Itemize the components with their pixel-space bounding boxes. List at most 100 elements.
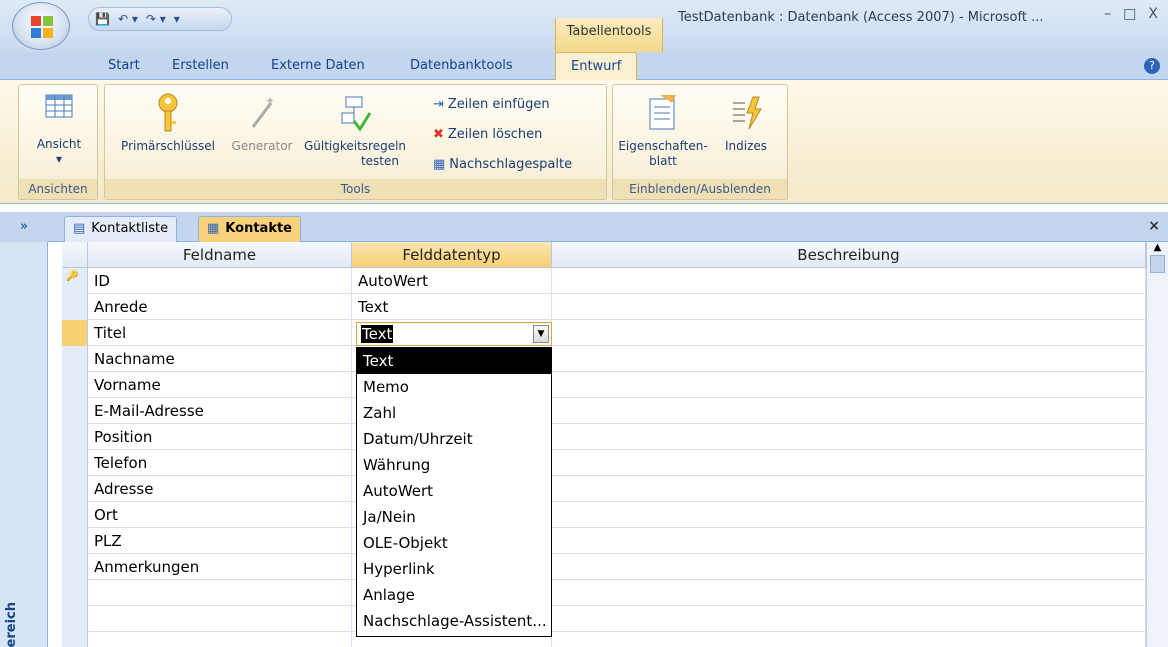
dropdown-option[interactable]: Hyperlink	[357, 556, 551, 582]
row-selector[interactable]	[62, 606, 88, 632]
close-button[interactable]: X	[1148, 6, 1158, 22]
nav-pane-toggle[interactable]: »	[0, 212, 48, 242]
dropdown-option[interactable]: Zahl	[357, 400, 551, 426]
indizes-button[interactable]: Indizes	[713, 91, 779, 154]
table-row[interactable]: E-Mail-Adresse	[62, 398, 1146, 424]
cell-felddatentyp[interactable]: AutoWert	[352, 268, 552, 294]
cell-beschreibung[interactable]	[552, 502, 1146, 528]
dropdown-option[interactable]: Memo	[357, 374, 551, 400]
row-selector[interactable]	[62, 476, 88, 502]
office-button[interactable]	[12, 2, 70, 50]
table-row[interactable]: Position	[62, 424, 1146, 450]
row-selector[interactable]: 🔑	[62, 268, 88, 294]
dropdown-option[interactable]: Währung	[357, 452, 551, 478]
table-row[interactable]: Nachname	[62, 346, 1146, 372]
table-row[interactable]: 🔑 ID AutoWert	[62, 268, 1146, 294]
tab-start[interactable]: Start	[108, 58, 140, 73]
nav-pane-label[interactable]: ereich	[4, 602, 19, 647]
doctab-kontaktliste[interactable]: ▤ Kontaktliste	[64, 216, 178, 242]
scroll-thumb[interactable]	[1150, 255, 1165, 273]
row-selector[interactable]	[62, 528, 88, 554]
cell-beschreibung[interactable]	[552, 606, 1146, 632]
table-row[interactable]: Anrede Text	[62, 294, 1146, 320]
cell-beschreibung[interactable]	[552, 450, 1146, 476]
tab-erstellen[interactable]: Erstellen	[172, 58, 229, 73]
eigenschaftenblatt-button[interactable]: Eigenschaften- blatt	[617, 91, 709, 169]
nachschlagespalte-button[interactable]: ▦ Nachschlagespalte	[433, 157, 572, 172]
table-row[interactable]: Vorname	[62, 372, 1146, 398]
header-feldname[interactable]: Feldname	[88, 242, 352, 268]
datatype-combobox-value[interactable]: Text	[361, 325, 394, 343]
cell-beschreibung[interactable]	[552, 294, 1146, 320]
cell-beschreibung[interactable]	[552, 346, 1146, 372]
dropdown-option[interactable]: Anlage	[357, 582, 551, 608]
row-selector[interactable]	[62, 320, 88, 346]
dropdown-option[interactable]: Text	[357, 348, 551, 374]
cell-feldname[interactable]	[88, 580, 352, 606]
dropdown-option[interactable]: Datum/Uhrzeit	[357, 426, 551, 452]
primaerschluessel-button[interactable]: Primärschlüssel	[109, 91, 227, 154]
table-row[interactable]: Adresse	[62, 476, 1146, 502]
gueltigkeitsregeln-button[interactable]: Gültigkeitsregeln testen	[297, 91, 413, 169]
save-icon[interactable]: 💾	[95, 12, 110, 26]
cell-beschreibung[interactable]	[552, 424, 1146, 450]
table-row[interactable]: Telefon	[62, 450, 1146, 476]
cell-beschreibung[interactable]	[552, 398, 1146, 424]
row-selector[interactable]	[62, 294, 88, 320]
table-row[interactable]: Titel	[62, 320, 1146, 346]
table-row[interactable]	[62, 606, 1146, 632]
table-row[interactable]: Ort	[62, 502, 1146, 528]
zeilen-einfuegen-button[interactable]: ⇥ Zeilen einfügen	[433, 97, 550, 112]
scroll-up-icon[interactable]: ▲	[1147, 242, 1168, 253]
datatype-combobox[interactable]: Text ▼	[356, 322, 552, 346]
dropdown-option[interactable]: Ja/Nein	[357, 504, 551, 530]
row-selector[interactable]	[62, 346, 88, 372]
dropdown-option[interactable]: Nachschlage-Assistent...	[357, 608, 551, 634]
undo-icon[interactable]: ↶ ▾	[118, 12, 138, 26]
redo-icon[interactable]: ↷ ▾	[146, 12, 166, 26]
close-document-icon[interactable]: ×	[1148, 218, 1160, 234]
cell-feldname[interactable]: Adresse	[88, 476, 352, 502]
table-row[interactable]	[62, 632, 1146, 647]
tab-datenbanktools[interactable]: Datenbanktools	[410, 58, 513, 73]
generator-button[interactable]: ✦ Generator	[227, 91, 297, 154]
cell-feldname[interactable]: Anrede	[88, 294, 352, 320]
row-selector[interactable]	[62, 580, 88, 606]
cell-feldname[interactable]: ID	[88, 268, 352, 294]
zeilen-loeschen-button[interactable]: ✖ Zeilen löschen	[433, 127, 542, 142]
customize-qat-icon[interactable]: ▾	[174, 12, 180, 26]
cell-feldname[interactable]: Titel	[88, 320, 352, 346]
tab-entwurf[interactable]: Entwurf	[555, 52, 638, 81]
cell-beschreibung[interactable]	[552, 476, 1146, 502]
ansicht-button[interactable]: Ansicht ▾	[29, 91, 89, 167]
table-row[interactable]: Anmerkungen	[62, 554, 1146, 580]
cell-beschreibung[interactable]	[552, 528, 1146, 554]
dropdown-option[interactable]: AutoWert	[357, 478, 551, 504]
cell-beschreibung[interactable]	[552, 320, 1146, 346]
cell-feldname[interactable]: E-Mail-Adresse	[88, 398, 352, 424]
maximize-button[interactable]: □	[1123, 6, 1136, 22]
cell-beschreibung[interactable]	[552, 554, 1146, 580]
row-selector[interactable]	[62, 372, 88, 398]
help-icon[interactable]: ?	[1144, 58, 1160, 74]
row-selector[interactable]	[62, 502, 88, 528]
cell-feldname[interactable]: Anmerkungen	[88, 554, 352, 580]
header-felddatentyp[interactable]: Felddatentyp	[352, 242, 552, 268]
cell-feldname[interactable]: Position	[88, 424, 352, 450]
cell-feldname[interactable]	[88, 632, 352, 647]
table-row[interactable]	[62, 580, 1146, 606]
cell-beschreibung[interactable]	[552, 632, 1146, 647]
cell-feldname[interactable]	[88, 606, 352, 632]
row-selector[interactable]	[62, 632, 88, 647]
cell-beschreibung[interactable]	[552, 372, 1146, 398]
cell-feldname[interactable]: PLZ	[88, 528, 352, 554]
cell-felddatentyp[interactable]: Text	[352, 294, 552, 320]
dropdown-option[interactable]: OLE-Objekt	[357, 530, 551, 556]
row-selector[interactable]	[62, 398, 88, 424]
row-selector[interactable]	[62, 554, 88, 580]
vertical-scrollbar[interactable]: ▲	[1146, 242, 1168, 647]
row-selector[interactable]	[62, 424, 88, 450]
minimize-button[interactable]: –	[1104, 6, 1111, 22]
header-beschreibung[interactable]: Beschreibung	[552, 242, 1146, 268]
cell-feldname[interactable]: Vorname	[88, 372, 352, 398]
